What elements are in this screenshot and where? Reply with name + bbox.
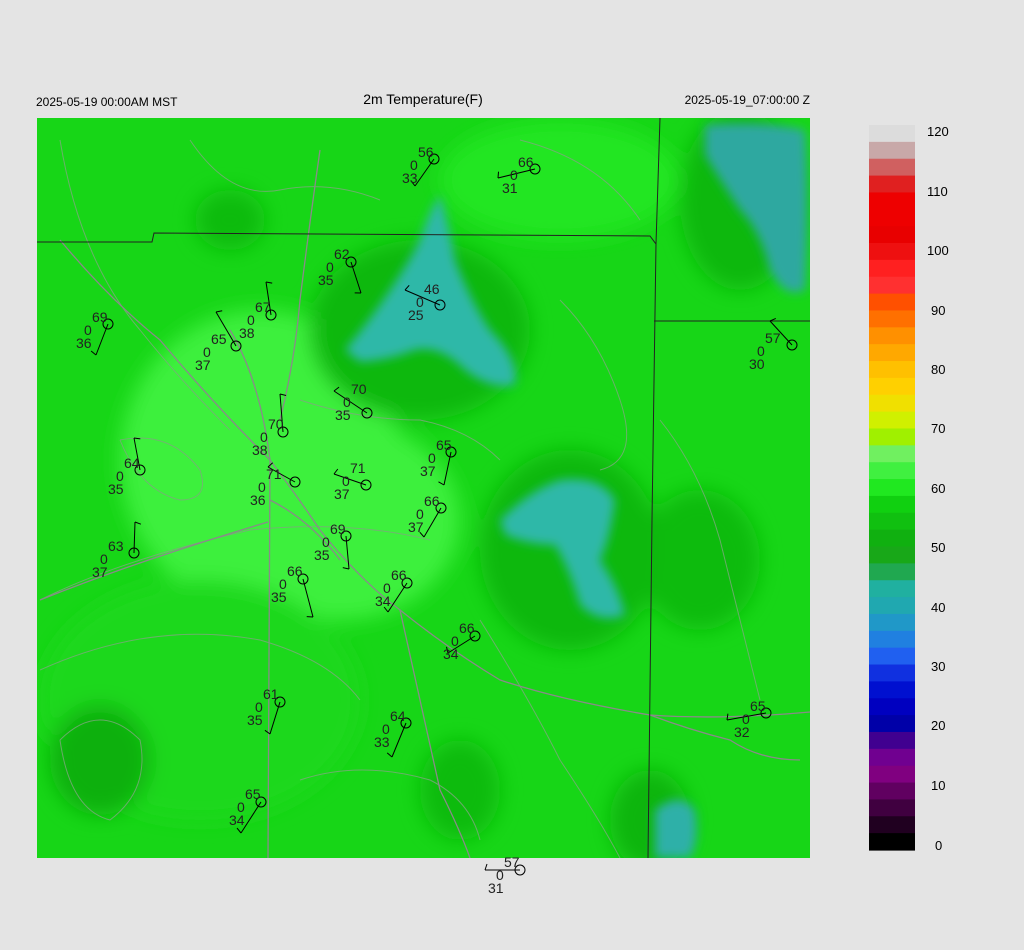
colorbar-band [869,613,915,632]
colorbar-band [869,479,915,497]
colorbar-band [869,276,915,295]
colorbar-tick-label: 40 [931,600,945,615]
colorbar-band [869,816,915,834]
colorbar-band [869,563,915,581]
colorbar-band [869,664,915,682]
colorbar-band [869,361,915,379]
colorbar-band [869,175,915,194]
colorbar-band [869,310,915,328]
colorbar-band [869,765,915,784]
colorbar-band [869,141,915,160]
colorbar-band [869,546,915,564]
colorbar-tick-label: 0 [935,838,942,853]
colorbar-band [869,681,915,699]
colorbar-band [869,647,915,666]
colorbar-band [869,512,915,531]
colorbar-band [869,428,915,446]
colorbar-tick-label: 90 [931,303,945,318]
colorbar-band [869,529,915,548]
colorbar-band [869,411,915,430]
colorbar-tick-label: 100 [927,243,949,258]
colorbar-band [869,259,915,278]
colorbar-labels: 1201101009080706050403020100 [927,124,949,853]
colorbar-band [869,243,915,261]
colorbar-band [869,495,915,514]
colorbar-band [869,209,915,227]
temperature-colorbar: 1201101009080706050403020100 [869,124,949,853]
colorbar-band [869,377,915,396]
colorbar-band [869,462,915,480]
colorbar-band [869,344,915,362]
colorbar-band [869,597,915,615]
colorbar-tick-label: 60 [931,481,945,496]
colorbar-band [869,580,915,598]
colorbar-tick-label: 10 [931,778,945,793]
colorbar-band [869,327,915,345]
colorbar-band [869,833,915,851]
colorbar-band [869,445,915,463]
colorbar-band [869,226,915,244]
colorbar-tick-label: 120 [927,124,949,139]
colorbar-band [869,192,915,210]
colorbar-band [869,731,915,750]
colorbar-tick-label: 110 [927,184,948,199]
colorbar-band [869,125,915,143]
colorbar-band [869,799,915,817]
colorbar-tick-label: 70 [931,421,945,436]
colorbar-band [869,698,915,716]
colorbar-band [869,630,915,649]
colorbar-tick-label: 20 [931,718,945,733]
colorbar-tick-label: 80 [931,362,945,377]
colorbar-band [869,748,915,767]
colorbar-band [869,293,915,312]
colorbar-tick-label: 50 [931,540,945,555]
colorbar-band [869,715,915,733]
colorbar-band [869,394,915,413]
colorbar-band [869,782,915,801]
colorbar-tick-label: 30 [931,659,945,674]
colorbar-band [869,158,915,177]
colorbar-bands [869,125,915,851]
